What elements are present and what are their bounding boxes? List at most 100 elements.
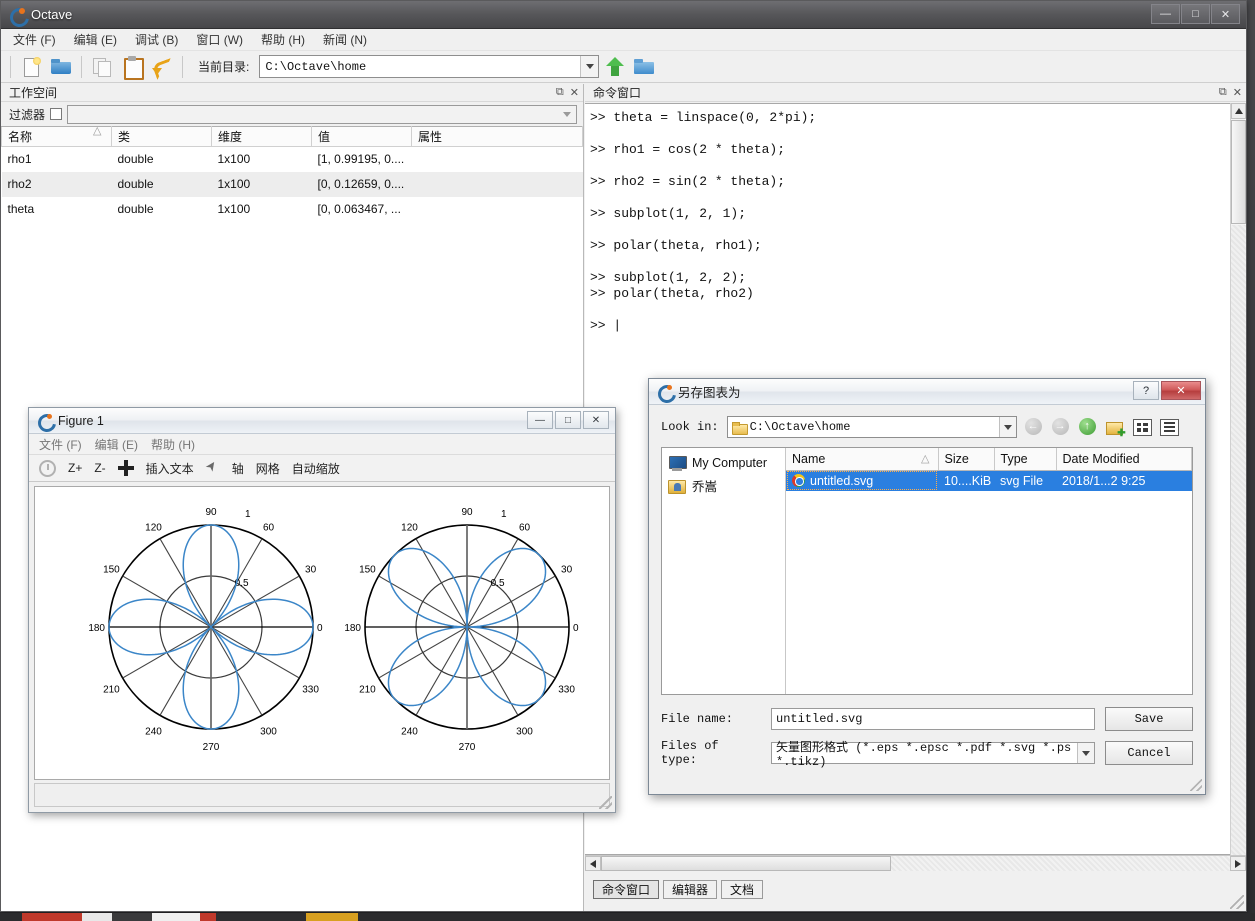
close-icon[interactable]: ✕ xyxy=(1233,86,1242,99)
tool-pan[interactable] xyxy=(117,460,134,476)
taskbar-item-3[interactable] xyxy=(112,913,152,921)
hscrollbar-track[interactable] xyxy=(891,856,1230,871)
tool-zoom-in[interactable]: Z+ xyxy=(68,461,82,475)
detail-view-icon[interactable] xyxy=(1159,418,1179,436)
dialog-titlebar[interactable]: 另存图表为 ? ✕ xyxy=(649,379,1205,405)
taskbar-item-5[interactable] xyxy=(200,913,216,921)
tool-grid[interactable]: 网格 xyxy=(256,460,280,477)
close-button[interactable]: ✕ xyxy=(1211,4,1240,24)
file-name-input[interactable]: untitled.svg xyxy=(771,708,1095,730)
taskbar-item-6[interactable] xyxy=(216,913,306,921)
file-type-row: Files of type: 矢量图形格式 (*.eps *.epsc *.pd… xyxy=(661,739,1193,769)
scroll-up-icon[interactable] xyxy=(1231,103,1246,119)
filter-input[interactable] xyxy=(67,104,577,124)
new-file-icon[interactable] xyxy=(18,55,44,79)
figure-resize-grip[interactable] xyxy=(599,796,612,809)
window-resize-grip[interactable] xyxy=(1230,895,1244,909)
undo-icon[interactable] xyxy=(149,55,175,79)
taskbar-item-2[interactable] xyxy=(82,913,112,921)
figure-titlebar[interactable]: Figure 1 — □ ✕ xyxy=(29,408,615,434)
taskbar-item-7[interactable] xyxy=(306,913,358,921)
tab-documentation[interactable]: 文档 xyxy=(721,880,764,899)
scrollbar-thumb[interactable] xyxy=(1231,120,1246,224)
file-list-pane[interactable]: Name △ Size Type Date Modified untitled.s… xyxy=(786,448,1192,694)
menu-window[interactable]: 窗口 (W) xyxy=(194,30,245,49)
bottom-tab-bar: 命令窗口 编辑器 文档 xyxy=(585,875,1246,899)
workspace-header: 工作空间 ⧉ ✕ xyxy=(1,84,583,102)
chevron-down-icon[interactable] xyxy=(998,417,1016,437)
hscrollbar-thumb[interactable] xyxy=(601,856,891,871)
tool-axes[interactable]: 轴 xyxy=(232,460,244,477)
close-icon[interactable]: ✕ xyxy=(570,86,579,99)
tab-editor[interactable]: 编辑器 xyxy=(663,880,718,899)
menu-news[interactable]: 新闻 (N) xyxy=(321,30,369,49)
tool-reset[interactable] xyxy=(39,459,56,477)
menu-debug[interactable]: 调试 (B) xyxy=(133,30,180,49)
chevron-down-icon[interactable] xyxy=(580,56,599,77)
filter-checkbox[interactable] xyxy=(50,108,63,120)
up-arrow-icon[interactable]: ↑ xyxy=(1078,417,1098,437)
menu-file[interactable]: 文件 (F) xyxy=(11,30,58,49)
command-horizontal-scrollbar[interactable] xyxy=(585,855,1246,871)
back-arrow-icon[interactable]: ← xyxy=(1024,417,1044,437)
up-arrow-icon[interactable] xyxy=(603,55,627,79)
column-header-dimension[interactable]: 维度 xyxy=(211,126,312,147)
place-item-user[interactable]: 乔嵩 xyxy=(668,474,785,496)
menu-help[interactable]: 帮助 (H) xyxy=(259,30,307,49)
undock-icon[interactable]: ⧉ xyxy=(1219,86,1227,99)
undock-icon[interactable]: ⧉ xyxy=(556,86,564,99)
figure-menu-help[interactable]: 帮助 (H) xyxy=(151,436,195,453)
figure-close-button[interactable]: ✕ xyxy=(583,411,609,429)
tool-insert-text[interactable]: 插入文本 xyxy=(146,460,194,477)
save-button[interactable]: Save xyxy=(1105,707,1193,731)
open-folder-icon[interactable] xyxy=(48,55,74,79)
file-column-name[interactable]: Name △ xyxy=(786,448,939,471)
figure-menu-edit[interactable]: 编辑 (E) xyxy=(95,436,138,453)
file-column-size[interactable]: Size xyxy=(938,448,995,471)
maximize-button[interactable]: □ xyxy=(1181,4,1210,24)
main-titlebar[interactable]: Octave — □ ✕ xyxy=(1,1,1246,29)
cancel-button[interactable]: Cancel xyxy=(1105,741,1193,765)
table-row[interactable]: rho1 double 1x100 [1, 0.99195, 0.... xyxy=(2,147,583,172)
list-view-icon[interactable] xyxy=(1132,418,1152,436)
table-row[interactable]: theta double 1x100 [0, 0.063467, ... xyxy=(2,197,583,222)
column-header-value[interactable]: 值 xyxy=(311,126,412,147)
column-header-class[interactable]: 类 xyxy=(111,126,212,147)
column-header-attribute[interactable]: 属性 xyxy=(411,126,583,147)
tab-command-window[interactable]: 命令窗口 xyxy=(593,880,660,899)
menu-edit[interactable]: 编辑 (E) xyxy=(72,30,119,49)
file-column-date[interactable]: Date Modified xyxy=(1056,448,1192,471)
look-in-combo[interactable]: C:\Octave\home xyxy=(726,416,1017,438)
figure-maximize-button[interactable]: □ xyxy=(555,411,581,429)
browse-folder-icon[interactable] xyxy=(631,55,657,79)
column-header-name[interactable]: 名称 xyxy=(1,124,112,147)
current-directory-combo[interactable]: C:\Octave\home xyxy=(259,55,600,78)
copy-icon[interactable] xyxy=(89,55,115,79)
scrollbar-track[interactable] xyxy=(1231,225,1246,855)
forward-arrow-icon[interactable]: → xyxy=(1051,417,1071,437)
taskbar-item-1[interactable] xyxy=(22,913,82,921)
scroll-right-icon[interactable] xyxy=(1230,856,1246,871)
figure-menu-file[interactable]: 文件 (F) xyxy=(39,436,82,453)
file-row[interactable]: untitled.svg 10....KiB svg File 2018/1..… xyxy=(786,470,1192,491)
figure-minimize-button[interactable]: — xyxy=(527,411,553,429)
chevron-down-icon[interactable] xyxy=(1077,743,1094,763)
tool-select[interactable] xyxy=(206,461,220,476)
place-item-my-computer[interactable]: My Computer xyxy=(668,452,785,474)
dialog-resize-grip[interactable] xyxy=(1190,779,1202,791)
file-column-type[interactable]: Type xyxy=(994,448,1057,471)
figure-plot-canvas[interactable]: 0 30 60 90 120 150 180 210 240 270 300 330 0.5 1 0 30 60… xyxy=(34,486,610,780)
tool-autoscale[interactable]: 自动缩放 xyxy=(292,460,340,477)
dialog-close-button[interactable]: ✕ xyxy=(1161,381,1201,400)
help-button[interactable]: ? xyxy=(1133,381,1159,400)
file-type-combo[interactable]: 矢量图形格式 (*.eps *.epsc *.pdf *.svg *.ps *.… xyxy=(771,741,1095,769)
scroll-left-icon[interactable] xyxy=(585,856,601,871)
command-vertical-scrollbar[interactable] xyxy=(1230,103,1246,855)
minimize-button[interactable]: — xyxy=(1151,4,1180,24)
new-folder-icon[interactable] xyxy=(1105,419,1126,439)
theta-tick-label: 270 xyxy=(459,742,476,753)
paste-icon[interactable] xyxy=(119,55,145,80)
table-row[interactable]: rho2 double 1x100 [0, 0.12659, 0.... xyxy=(1,171,583,197)
filter-label: 过滤器 xyxy=(9,107,46,122)
tool-zoom-out[interactable]: Z- xyxy=(94,461,105,475)
